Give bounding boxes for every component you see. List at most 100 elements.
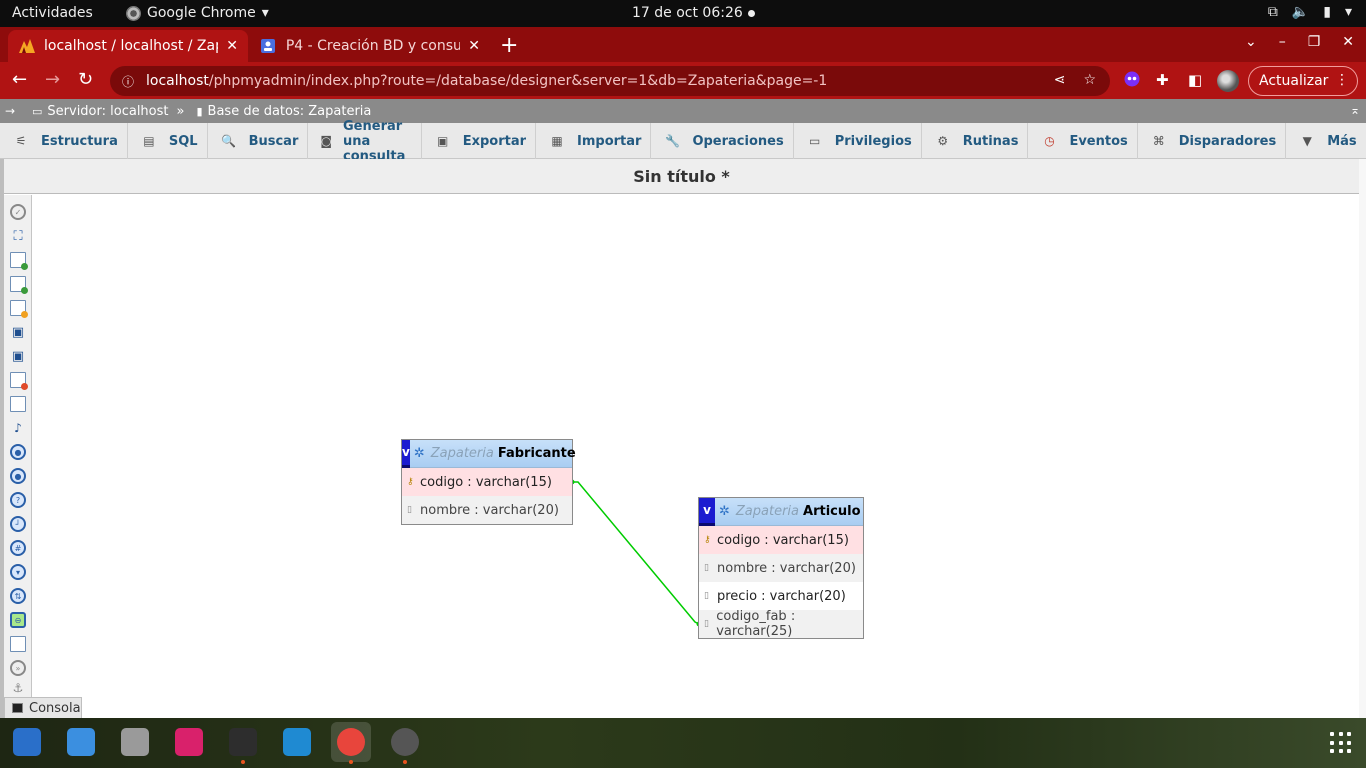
edit-page-icon[interactable] bbox=[10, 300, 28, 318]
url-path: /phpmyadmin/index.php?route=/database/de… bbox=[208, 73, 828, 89]
table-field-primary[interactable]: ⚷ codigo : varchar(15) bbox=[699, 526, 863, 554]
console-toggle[interactable]: Consola bbox=[4, 697, 82, 718]
update-button[interactable]: Actualizar ⋮ bbox=[1248, 66, 1358, 96]
tab-search-icon[interactable]: ⌄ bbox=[1245, 34, 1257, 50]
close-window-icon[interactable]: ✕ bbox=[1342, 34, 1354, 50]
table-field[interactable]: ▯ precio : varchar(20) bbox=[699, 582, 863, 610]
designer-title: Sin título * bbox=[4, 159, 1359, 194]
table-header[interactable]: v ✲ Zapateria Articulo bbox=[699, 497, 863, 526]
activities-button[interactable]: Actividades bbox=[12, 5, 93, 21]
breadcrumb-database[interactable]: ▮ Base de datos: Zapateria bbox=[196, 104, 371, 119]
tab-events[interactable]: ◷ Eventos bbox=[1028, 123, 1138, 159]
tab-strip: localhost / localhost / Zap ✕ P4 - Creac… bbox=[0, 27, 1366, 62]
delete-page-icon[interactable] bbox=[10, 372, 28, 390]
browser-tab-active[interactable]: localhost / localhost / Zap ✕ bbox=[8, 30, 248, 62]
tab-label: Operaciones bbox=[692, 133, 784, 149]
toggle-small-big-icon[interactable]: ⇅ bbox=[10, 588, 26, 604]
dock-screenshot[interactable] bbox=[169, 722, 209, 762]
back-arrow-icon[interactable]: ← bbox=[12, 69, 27, 90]
help-icon[interactable]: ● bbox=[10, 468, 26, 484]
dock-writer[interactable] bbox=[7, 722, 47, 762]
bookmark-star-icon[interactable]: ☆ bbox=[1083, 72, 1096, 88]
pin-text-icon[interactable]: ⚓ bbox=[10, 680, 26, 696]
address-bar[interactable]: ⓘ localhost/phpmyadmin/index.php?route=/… bbox=[110, 66, 1110, 96]
reload-icon[interactable]: ● bbox=[10, 444, 26, 460]
fullscreen-icon[interactable]: ⛶ bbox=[10, 228, 26, 244]
tab-triggers[interactable]: ⌘ Disparadores bbox=[1138, 123, 1287, 159]
dock-system-monitor[interactable] bbox=[61, 722, 101, 762]
app-menu[interactable]: Google Chrome ▾ bbox=[126, 5, 269, 21]
tab-export[interactable]: ▣ Exportar bbox=[422, 123, 536, 159]
dock-software-updater[interactable] bbox=[385, 722, 425, 764]
close-icon[interactable]: ✕ bbox=[468, 38, 480, 54]
tab-import[interactable]: ▦ Importar bbox=[536, 123, 652, 159]
dock-files[interactable] bbox=[115, 722, 155, 762]
tab-label: Exportar bbox=[462, 133, 526, 149]
close-icon[interactable]: ✕ bbox=[226, 38, 238, 54]
designer-table-articulo[interactable]: v ✲ Zapateria Articulo ⚷ codigo : varcha… bbox=[698, 497, 864, 639]
tab-operations[interactable]: 🔧 Operaciones bbox=[651, 123, 794, 159]
table-header[interactable]: v ✲ Zapateria Fabricante bbox=[402, 439, 576, 468]
export-schema-icon[interactable] bbox=[10, 636, 26, 652]
designer-table-fabricante[interactable]: v ✲ Zapateria Fabricante ⚷ codigo : varc… bbox=[401, 439, 576, 525]
tab-more[interactable]: ▼ Más bbox=[1286, 123, 1366, 159]
table-field[interactable]: ▯ codigo_fab : varchar(25) bbox=[699, 609, 863, 639]
toggle-columns-button[interactable]: v bbox=[402, 439, 410, 468]
tab-label: Eventos bbox=[1069, 133, 1128, 149]
relation-icon[interactable]: ♪ bbox=[10, 420, 26, 436]
side-panel-icon[interactable]: ◧ bbox=[1188, 71, 1202, 89]
tab-routines[interactable]: ⚙ Rutinas bbox=[922, 123, 1029, 159]
maximize-icon[interactable]: ❐ bbox=[1308, 34, 1321, 50]
table-field[interactable]: ▯ nombre : varchar(20) bbox=[699, 554, 863, 582]
gear-icon[interactable]: ✲ bbox=[414, 446, 425, 461]
collapse-top-menu-icon[interactable]: ⌅ bbox=[1350, 103, 1360, 117]
system-tray[interactable]: ⧉ 🔈 ▮ ▾ bbox=[1268, 4, 1352, 20]
tab-privileges[interactable]: ▭ Privilegios bbox=[794, 123, 922, 159]
clock[interactable]: 17 de oct 06:26 bbox=[632, 5, 743, 21]
new-tab-button[interactable]: + bbox=[500, 33, 518, 58]
angular-links-icon[interactable]: ┘ bbox=[10, 516, 26, 532]
show-hide-menu-icon[interactable]: ✓ bbox=[10, 204, 26, 220]
profile-avatar[interactable] bbox=[1217, 70, 1239, 92]
tab-search[interactable]: 🔍 Buscar bbox=[208, 123, 309, 159]
share-icon[interactable]: ⋖ bbox=[1054, 72, 1066, 88]
new-page-icon[interactable] bbox=[10, 252, 28, 270]
site-info-icon[interactable]: ⓘ bbox=[122, 73, 134, 90]
save-as-icon[interactable]: ▣ bbox=[10, 348, 26, 364]
save-icon[interactable]: ▣ bbox=[10, 324, 26, 340]
reload-icon[interactable]: ↻ bbox=[78, 69, 93, 90]
dock-chrome[interactable] bbox=[331, 722, 371, 764]
extension-icon[interactable] bbox=[1124, 71, 1140, 91]
table-field[interactable]: ▯ nombre : varchar(20) bbox=[402, 496, 572, 524]
browser-tab[interactable]: P4 - Creación BD y consult ✕ bbox=[250, 30, 490, 62]
small-big-icon[interactable]: ▾ bbox=[10, 564, 26, 580]
chrome-small-icon bbox=[126, 5, 141, 21]
collapse-icon[interactable]: » bbox=[10, 660, 26, 676]
key-icon: ⚷ bbox=[407, 477, 414, 487]
gear-icon[interactable]: ✲ bbox=[719, 504, 730, 519]
show-relations-icon[interactable]: ⊖ bbox=[10, 612, 26, 628]
tab-query[interactable]: ◙ Generar una consulta bbox=[308, 119, 422, 164]
table-name: Articulo bbox=[803, 504, 861, 519]
tab-sql[interactable]: ▤ SQL bbox=[128, 123, 208, 159]
table-field-primary[interactable]: ⚷ codigo : varchar(15) bbox=[402, 468, 572, 496]
table-list-icon[interactable] bbox=[10, 396, 26, 412]
puzzle-icon[interactable]: ✚ bbox=[1156, 71, 1169, 89]
question-icon[interactable]: ? bbox=[10, 492, 26, 508]
open-page-icon[interactable] bbox=[10, 276, 28, 294]
breadcrumb-separator: » bbox=[176, 103, 185, 119]
navigation-toggle-icon[interactable]: → bbox=[0, 104, 20, 118]
toggle-columns-button[interactable]: v bbox=[699, 497, 715, 526]
minimize-icon[interactable]: – bbox=[1279, 34, 1286, 50]
snap-grid-icon[interactable]: # bbox=[10, 540, 26, 556]
dock-terminal[interactable] bbox=[223, 722, 263, 764]
dock-vscode[interactable] bbox=[277, 722, 317, 762]
kebab-menu-icon[interactable]: ⋮ bbox=[1335, 72, 1349, 88]
breadcrumb-server[interactable]: ▭ Servidor: localhost » bbox=[32, 104, 184, 119]
forward-arrow-icon[interactable]: → bbox=[45, 69, 60, 90]
designer-area: Sin título * ✓ ⛶ ▣ ▣ ♪ ● ● ? ┘ # ▾ ⇅ ⊖ »… bbox=[0, 159, 1366, 718]
show-applications-icon[interactable] bbox=[1330, 732, 1352, 754]
tab-structure[interactable]: ⚟ Estructura bbox=[0, 123, 128, 159]
table-name: Fabricante bbox=[497, 446, 576, 461]
clock-icon: ◷ bbox=[1044, 134, 1055, 148]
